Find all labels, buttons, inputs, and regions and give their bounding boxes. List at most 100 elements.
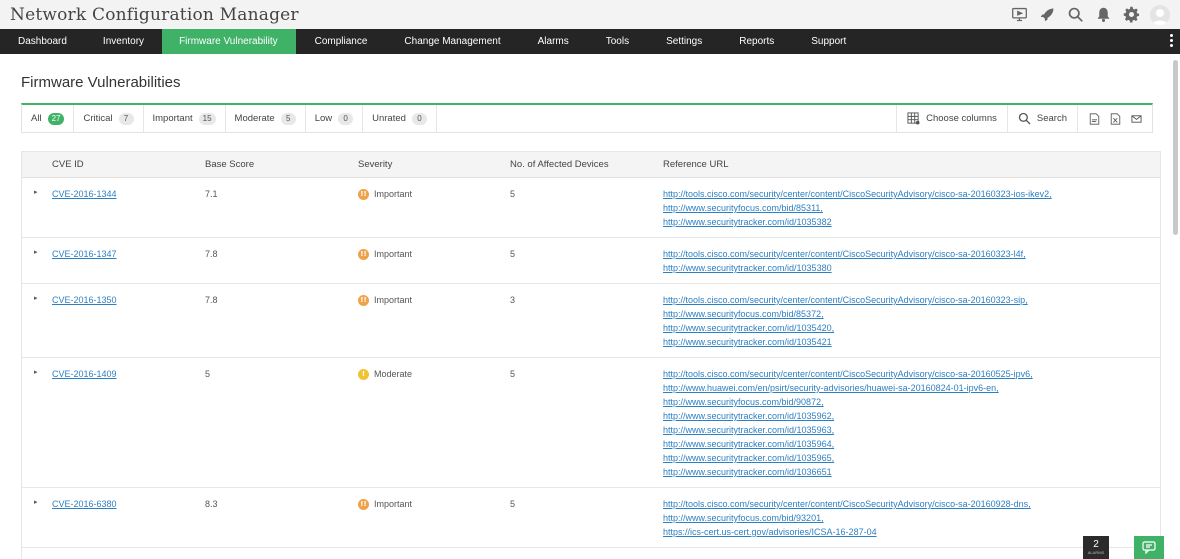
url-line: http://www.huawei.com/en/psirt/security-… xyxy=(663,381,1160,395)
nav-tools[interactable]: Tools xyxy=(587,29,647,54)
filter-all[interactable]: All 27 xyxy=(22,105,75,132)
severity-cell: !!Important xyxy=(358,178,510,237)
reference-url-link[interactable]: http://www.securitytracker.com/id/103665… xyxy=(663,467,832,477)
count-badge: 5 xyxy=(280,112,296,125)
header-cve-id[interactable]: CVE ID xyxy=(52,158,205,172)
table-row[interactable]: ▸ CVE-2016-1344 7.1!! Important 5 http://tool… xyxy=(22,178,1160,238)
cve-link[interactable]: CVE-2016-1409 xyxy=(52,369,117,379)
filter-critical[interactable]: Critical 7 xyxy=(74,105,144,132)
reference-url-cell: http://tools.cisco.com/security/center/c… xyxy=(663,178,1160,237)
reference-url-link[interactable]: http://www.securityfocus.com/bid/85372, xyxy=(663,309,824,319)
nav-alarms[interactable]: Alarms xyxy=(519,29,587,54)
nav-change-management[interactable]: Change Management xyxy=(385,29,518,54)
reference-url-link[interactable]: http://www.securitytracker.com/id/103538… xyxy=(663,217,832,227)
monitor-play-icon[interactable] xyxy=(1010,5,1029,24)
filter-low[interactable]: Low 0 xyxy=(306,105,364,132)
cve-link[interactable]: CVE-2016-1347 xyxy=(52,249,117,259)
gear-icon[interactable] xyxy=(1122,5,1141,24)
reference-url-link[interactable]: http://www.huawei.com/en/psirt/security-… xyxy=(663,383,999,393)
important-severity-icon: !! xyxy=(358,498,369,510)
chat-button[interactable] xyxy=(1134,536,1164,559)
header-reference-url[interactable]: Reference URL xyxy=(663,158,1160,172)
bell-icon[interactable] xyxy=(1094,5,1113,24)
choose-columns-label: Choose columns xyxy=(926,113,997,124)
reference-url-link[interactable]: http://www.securitytracker.com/id/103596… xyxy=(663,439,834,449)
cve-cell: CVE-2016-6380 xyxy=(52,488,205,547)
reference-url-link[interactable]: http://www.securitytracker.com/id/103596… xyxy=(663,425,834,435)
reference-url-link[interactable]: http://www.securityfocus.com/bid/90872, xyxy=(663,397,824,407)
reference-url-link[interactable]: https://ics-cert.us-cert.gov/advisories/… xyxy=(663,527,877,537)
rocket-icon[interactable] xyxy=(1038,5,1057,24)
table-row[interactable]: ▸ CVE-2016-1409 5! Moderate 5 http://tools.ci… xyxy=(22,358,1160,488)
base-score-cell: 7.8 xyxy=(205,295,218,305)
search-button[interactable]: Search xyxy=(1008,105,1078,132)
table-row[interactable]: ▸CVE-2016-63817.1!!Important5http://tool… xyxy=(22,548,1160,559)
url-line: http://tools.cisco.com/security/center/c… xyxy=(663,187,1160,201)
severity-indicator: !! Important xyxy=(358,497,510,511)
nav-support[interactable]: Support xyxy=(792,29,864,54)
reference-url-link[interactable]: http://www.securityfocus.com/bid/85311, xyxy=(663,203,823,213)
user-avatar-icon[interactable] xyxy=(1150,4,1170,25)
reference-url-link[interactable]: http://www.securitytracker.com/id/103542… xyxy=(663,337,832,347)
nav-compliance[interactable]: Compliance xyxy=(296,29,386,54)
url-line: http://tools.cisco.com/security/center/c… xyxy=(663,247,1160,261)
reference-url-link[interactable]: http://www.securitytracker.com/id/103538… xyxy=(663,263,832,273)
reference-url-link[interactable]: http://www.securitytracker.com/id/103596… xyxy=(663,453,834,463)
expand-row-icon[interactable]: ▸ xyxy=(22,358,52,487)
severity-label: Important xyxy=(374,499,413,509)
header-affected-devices[interactable]: No. of Affected Devices xyxy=(510,158,663,172)
table-row[interactable]: ▸ CVE-2016-6380 8.3!! Important 5 http://tool… xyxy=(22,488,1160,548)
nav-dashboard[interactable]: Dashboard xyxy=(0,29,83,54)
table-body: ▸ CVE-2016-1344 7.1!! Important 5 http://tool… xyxy=(22,178,1160,559)
url-line: http://www.securitytracker.com/id/103538… xyxy=(663,215,1160,229)
expand-row-icon[interactable]: ▸ xyxy=(22,178,52,237)
cve-link[interactable]: CVE-2016-6380 xyxy=(52,499,117,509)
nav-inventory[interactable]: Inventory xyxy=(83,29,162,54)
reference-url-cell: http://tools.cisco.com/security/center/c… xyxy=(663,358,1160,487)
reference-url-link[interactable]: http://tools.cisco.com/security/center/c… xyxy=(663,189,1052,199)
table-row[interactable]: ▸ CVE-2016-1347 7.8!! Important 5 http://tool… xyxy=(22,238,1160,284)
reference-url-link[interactable]: http://tools.cisco.com/security/center/c… xyxy=(663,249,1026,259)
expand-row-icon[interactable]: ▸ xyxy=(22,488,52,547)
filter-important[interactable]: Important 15 xyxy=(144,105,226,132)
url-line: http://tools.cisco.com/security/center/c… xyxy=(663,497,1160,511)
filter-moderate[interactable]: Moderate 5 xyxy=(226,105,306,132)
nav-settings[interactable]: Settings xyxy=(647,29,720,54)
severity-indicator: !! Important xyxy=(358,247,510,261)
cve-link[interactable]: CVE-2016-1344 xyxy=(52,189,117,199)
header-base-score[interactable]: Base Score xyxy=(205,158,358,172)
severity-label: Important xyxy=(374,249,413,259)
important-severity-icon: !! xyxy=(358,294,369,306)
reference-url-link[interactable]: http://tools.cisco.com/security/center/c… xyxy=(663,369,1033,379)
reference-url-link[interactable]: http://tools.cisco.com/security/center/c… xyxy=(663,499,1031,509)
expand-row-icon[interactable]: ▸ xyxy=(22,238,52,283)
more-menu-icon[interactable] xyxy=(1170,34,1174,47)
affected-devices-cell: 5 xyxy=(510,548,663,559)
nav-firmware-vulnerability[interactable]: Firmware Vulnerability xyxy=(162,29,296,54)
url-line: http://tools.cisco.com/security/center/c… xyxy=(663,367,1160,381)
header-severity[interactable]: Severity xyxy=(358,158,510,172)
severity-indicator: !! Important xyxy=(358,293,510,307)
reference-url-link[interactable]: http://tools.cisco.com/security/center/c… xyxy=(663,295,1028,305)
page-scrollbar[interactable] xyxy=(1173,60,1178,235)
reference-url-link[interactable]: http://www.securitytracker.com/id/103596… xyxy=(663,411,834,421)
pdf-export-icon[interactable] xyxy=(1088,112,1100,125)
nav-reports[interactable]: Reports xyxy=(720,29,792,54)
url-line: http://www.securityfocus.com/bid/85311, xyxy=(663,201,1160,215)
reference-url-link[interactable]: http://www.securityfocus.com/bid/93201, xyxy=(663,513,824,523)
choose-columns-button[interactable]: Choose columns xyxy=(897,105,1008,132)
search-icon[interactable] xyxy=(1066,5,1085,24)
base-score-cell: 7.8 xyxy=(205,249,218,259)
table-row[interactable]: ▸ CVE-2016-1350 7.8!! Important 3 http://tool… xyxy=(22,284,1160,358)
alarm-counter-widget[interactable]: 2 ALARMS xyxy=(1083,536,1109,559)
reference-url-link[interactable]: http://www.securitytracker.com/id/103542… xyxy=(663,323,834,333)
email-icon[interactable] xyxy=(1130,112,1142,125)
expand-row-icon[interactable]: ▸ xyxy=(22,284,52,357)
vulnerability-table: CVE ID Base Score Severity No. of Affect… xyxy=(21,151,1161,559)
cve-link[interactable]: CVE-2016-1350 xyxy=(52,295,117,305)
severity-cell: !!Important xyxy=(358,548,510,559)
page-title: Firmware Vulnerabilities xyxy=(21,74,181,91)
filter-unrated[interactable]: Unrated 0 xyxy=(363,105,437,132)
excel-export-icon[interactable] xyxy=(1109,112,1121,125)
expand-row-icon[interactable]: ▸ xyxy=(22,548,52,559)
